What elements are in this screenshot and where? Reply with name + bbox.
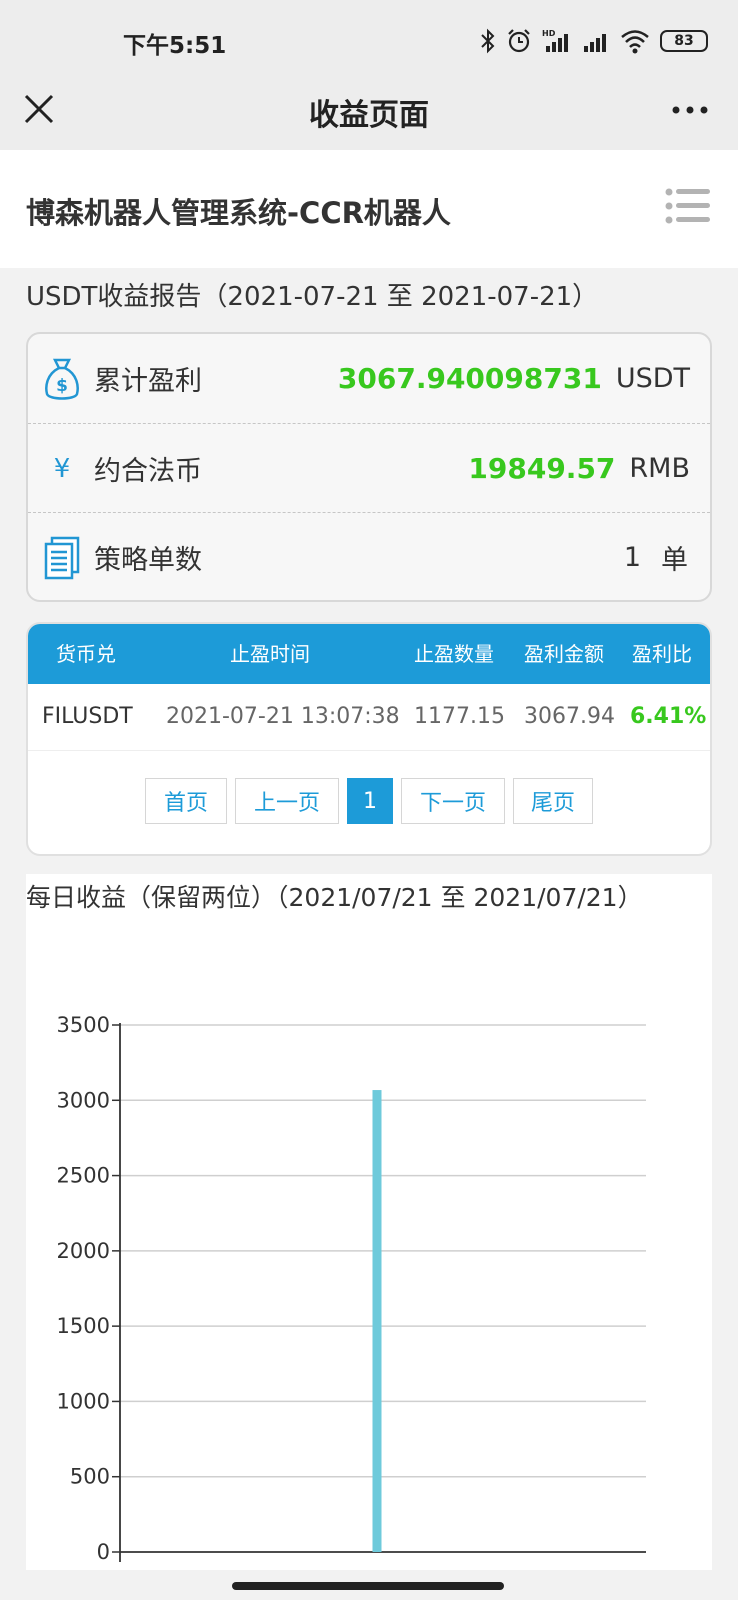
- yen-icon: ¥: [42, 446, 82, 492]
- daily-profit-chart-panel: 每日收益（保留两位）（2021/07/21 至 2021/07/21） 0 500…: [26, 874, 712, 1570]
- y-tick-label: 500: [70, 1465, 110, 1489]
- orders-value: 1: [623, 542, 641, 573]
- first-page-button[interactable]: 首页: [145, 778, 227, 824]
- table-cell-ratio: 6.41%: [630, 704, 707, 729]
- y-tick-label: 1500: [57, 1314, 110, 1338]
- list-menu-icon[interactable]: [664, 186, 712, 230]
- orders-unit: 单: [661, 545, 688, 576]
- page-title: 收益页面: [309, 98, 429, 133]
- svg-text:HD: HD: [542, 29, 556, 38]
- table-header-cell: 货币兑: [56, 642, 116, 666]
- y-tick-label: 0: [97, 1540, 110, 1564]
- table-cell-amount: 3067.94: [524, 704, 615, 729]
- last-page-button[interactable]: 尾页: [513, 778, 593, 824]
- y-tick-label: 1000: [57, 1389, 110, 1413]
- summary-row-profit: $ 累计盈利 3067.940098731 USDT: [28, 334, 710, 423]
- daily-profit-chart: 0 500 1000 1500 2000 2500 3000 3500: [57, 1013, 646, 1564]
- hd-signal-icon: HD: [542, 29, 568, 52]
- summary-row-orders: 策略单数 1 单: [28, 512, 710, 602]
- app-name: 博森机器人管理系统-CCR机器人: [26, 196, 451, 230]
- profit-value: 3067.940098731: [337, 362, 602, 395]
- y-tick-label: 2000: [57, 1239, 110, 1263]
- fiat-label: 约合法币: [94, 456, 202, 487]
- orders-label: 策略单数: [94, 545, 202, 576]
- summary-card: $ 累计盈利 3067.940098731 USDT ¥ 约合法币 19849.…: [26, 332, 712, 602]
- report-title: USDT收益报告（2021-07-21 至 2021-07-21）: [26, 282, 599, 312]
- next-page-button[interactable]: 下一页: [401, 778, 505, 824]
- money-bag-icon: $: [42, 356, 82, 402]
- table-cell-time: 2021-07-21 13:07:38: [166, 704, 400, 729]
- table-header-cell: 止盈数量: [414, 642, 494, 666]
- y-tick-label: 3000: [57, 1088, 110, 1112]
- chart-bar: [372, 1090, 382, 1552]
- fiat-unit: RMB: [629, 453, 690, 484]
- table-cell-pair: FILUSDT: [42, 704, 133, 729]
- table-header-cell: 止盈时间: [230, 642, 310, 666]
- yen-symbol: ¥: [53, 453, 71, 484]
- bluetooth-icon: [481, 28, 495, 54]
- battery-icon: 83: [660, 30, 708, 52]
- table-header-cell: 盈利比: [632, 642, 692, 666]
- signal-icon: [584, 34, 606, 52]
- profit-label: 累计盈利: [94, 366, 202, 397]
- svg-text:$: $: [56, 376, 68, 396]
- table-header-cell: 盈利金额: [524, 642, 604, 666]
- y-tick-label: 3500: [57, 1013, 110, 1037]
- profit-unit: USDT: [615, 363, 690, 394]
- status-time: 下午5:51: [123, 33, 227, 59]
- table-cell-quantity: 1177.15: [414, 704, 505, 729]
- home-indicator: [232, 1582, 504, 1590]
- pagination: 首页 上一页 1 下一页 尾页: [28, 778, 710, 828]
- status-icons: HD 83: [480, 26, 708, 56]
- title-bar: 收益页面: [0, 80, 738, 150]
- fiat-value: 19849.57: [468, 452, 616, 485]
- document-icon: [42, 535, 82, 581]
- app-header: 博森机器人管理系统-CCR机器人: [0, 150, 738, 268]
- status-bar: 下午5:51 HD 83: [0, 0, 738, 80]
- summary-row-fiat: ¥ 约合法币 19849.57 RMB: [28, 423, 710, 513]
- table-row: FILUSDT 2021-07-21 13:07:38 1177.15 3067…: [28, 684, 710, 751]
- prev-page-button[interactable]: 上一页: [235, 778, 339, 824]
- table-header: 货币兑 止盈时间 止盈数量 盈利金额 盈利比: [28, 624, 710, 684]
- alarm-icon: [508, 29, 530, 53]
- trade-table-card: 货币兑 止盈时间 止盈数量 盈利金额 盈利比 FILUSDT 2021-07-2…: [26, 622, 712, 856]
- more-icon[interactable]: [670, 102, 710, 118]
- wifi-icon: [621, 30, 649, 54]
- y-tick-label: 2500: [57, 1164, 110, 1188]
- current-page-button[interactable]: 1: [347, 778, 393, 824]
